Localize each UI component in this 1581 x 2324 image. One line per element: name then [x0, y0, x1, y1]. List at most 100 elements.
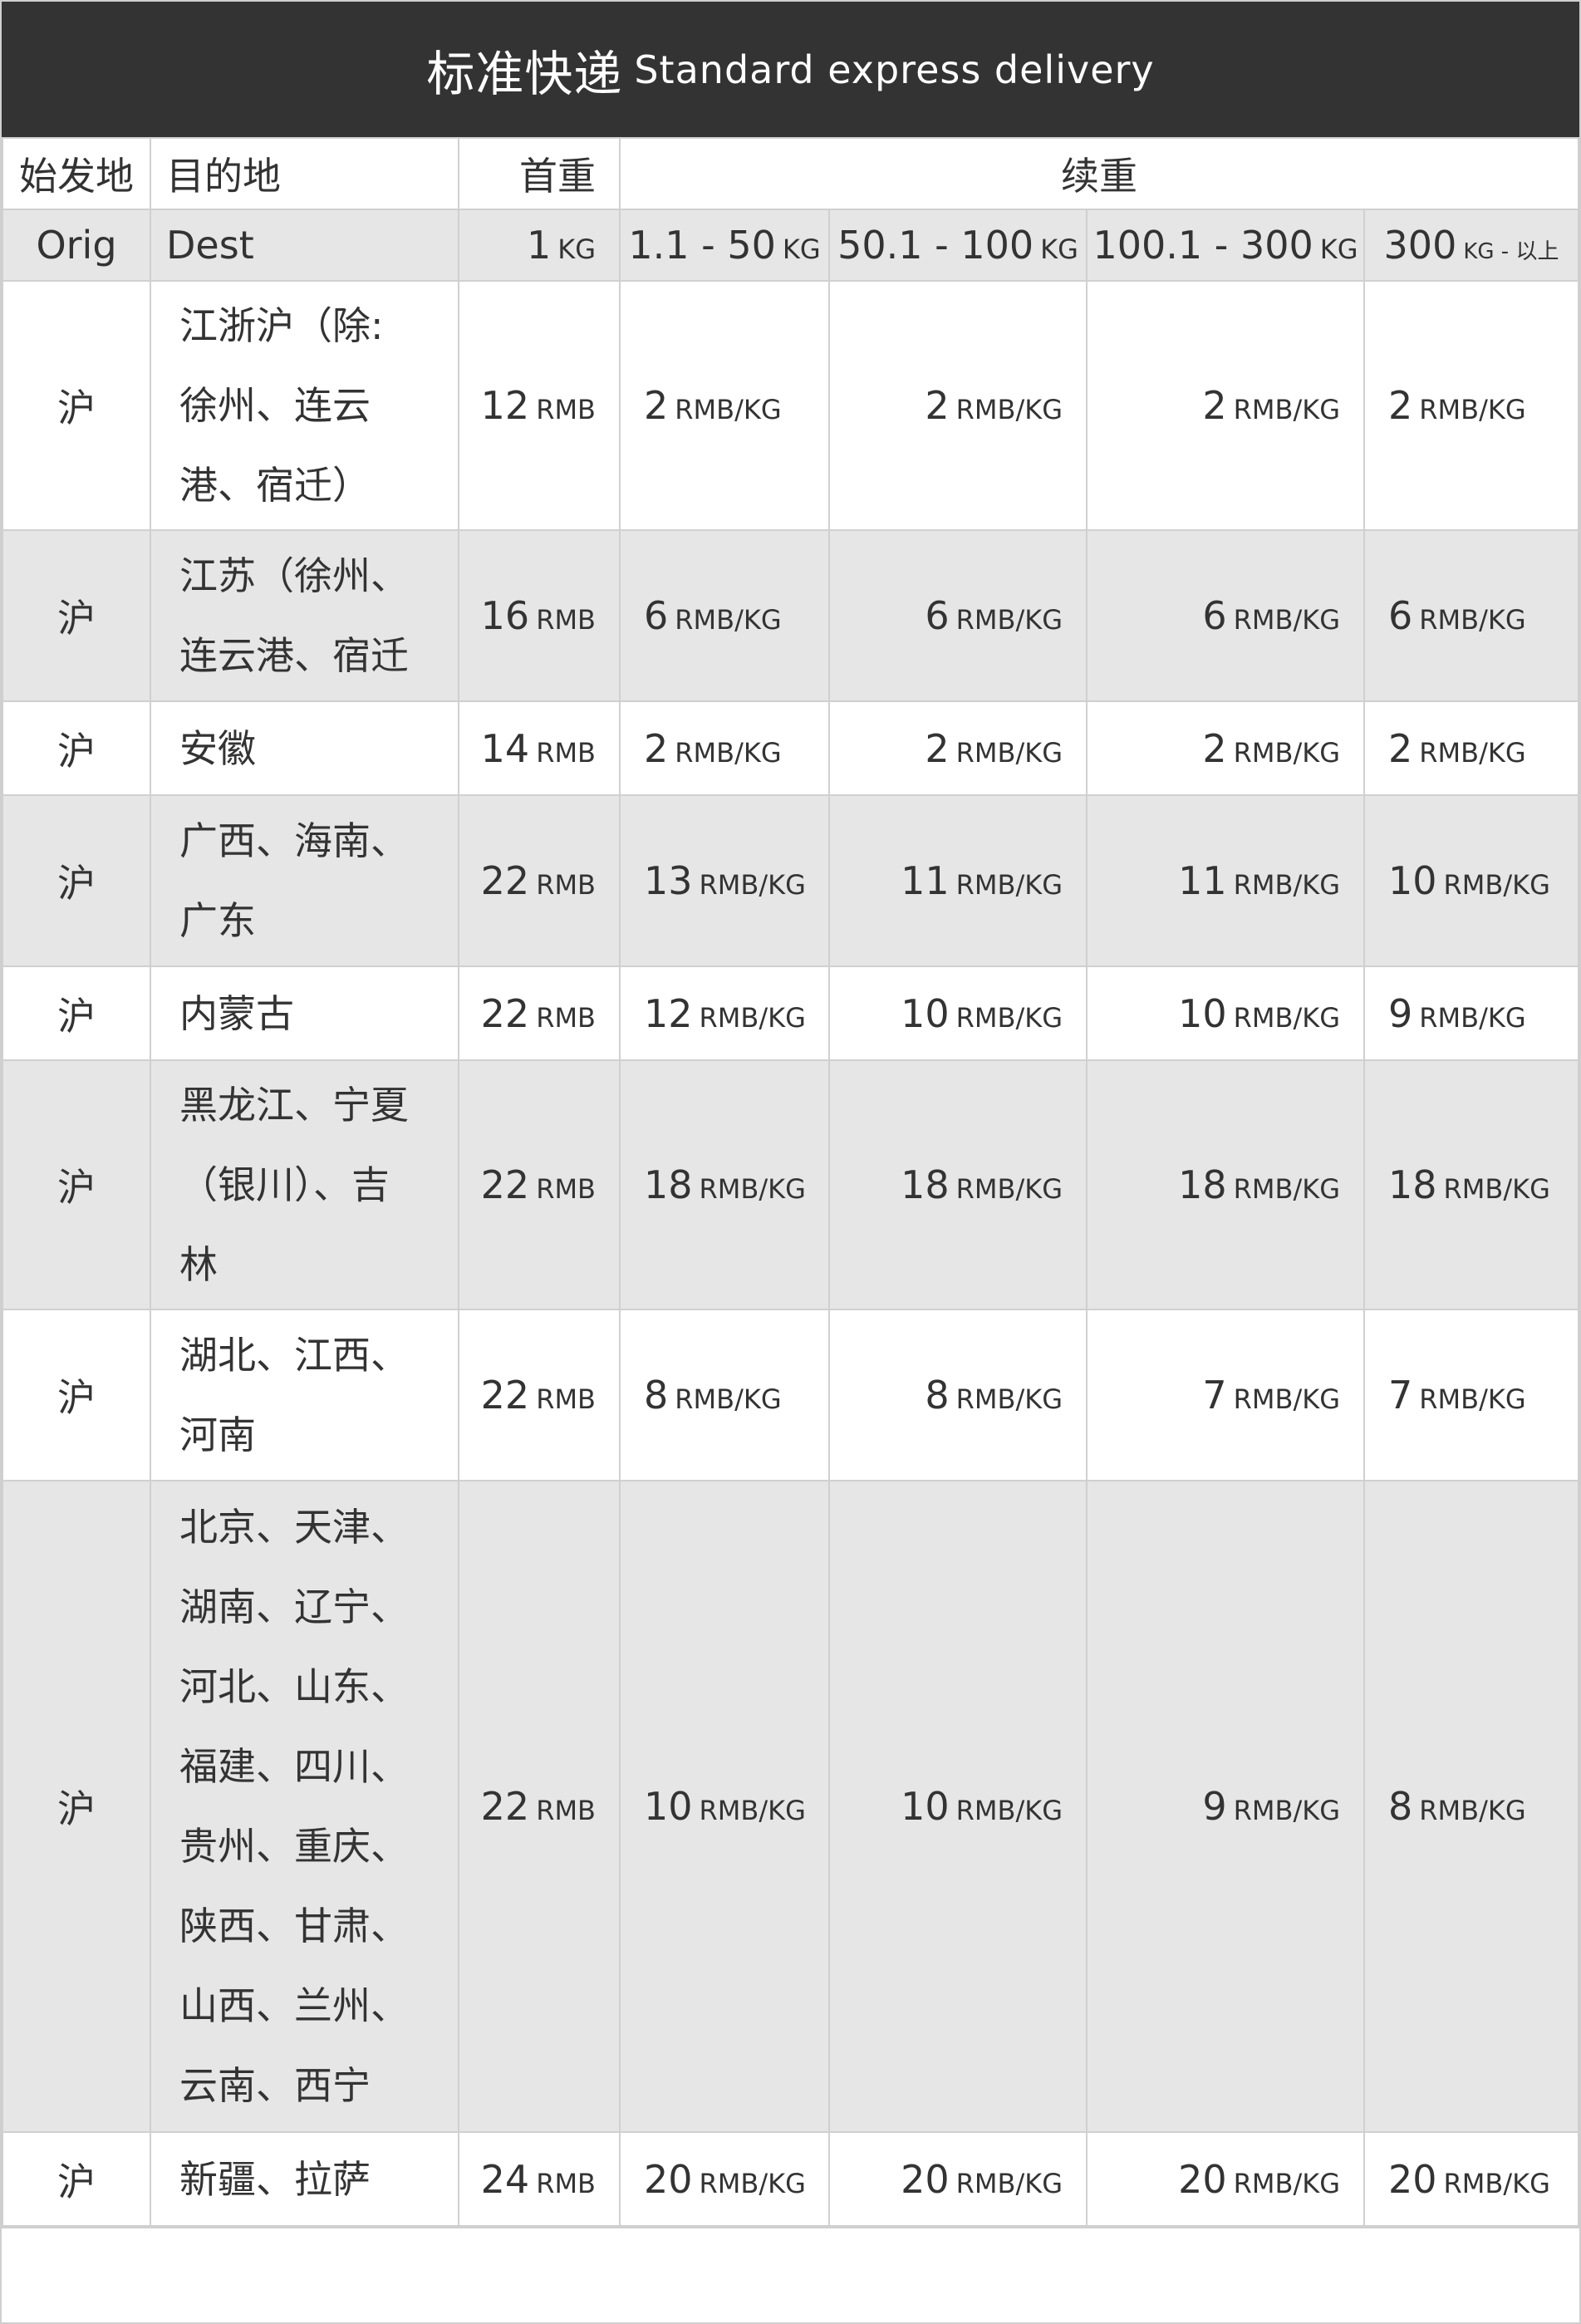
extra-weight-price-cell-w1: 8 RMB/KG [619, 1309, 830, 1481]
extra-weight-price-cell-w4: 7 RMB/KG [1363, 1309, 1579, 1481]
destination-line: 徐州、连云 [179, 383, 371, 428]
header-w4-range: 300 KG - 以上 [1363, 209, 1579, 282]
table-row: 沪北京、天津、 湖南、辽宁、 河北、山东、 福建、四川、 贵州、重庆、 陕西、甘肃、 山西、… [2, 1480, 1579, 2133]
price-value: 18 [901, 1162, 950, 1207]
price-unit: RMB/KG [955, 604, 1063, 636]
header-w3-range: 100.1 - 300 KG [1086, 209, 1365, 282]
price-unit: RMB/KG [955, 394, 1063, 425]
price-value: 2 [644, 725, 669, 771]
extra-weight-price-cell-w2: 2 RMB/KG [828, 700, 1088, 796]
extra-weight-price-cell-w2: 10 RMB/KG [828, 965, 1088, 1061]
extra-weight-price-cell-w2: 8 RMB/KG [828, 1309, 1088, 1481]
extra-weight-price-cell-w3: 2 RMB/KG [1086, 700, 1365, 796]
price-value: 2 [1388, 725, 1413, 771]
header-w2-range: 50.1 - 100 KG [828, 209, 1088, 282]
price-value: 12 [480, 383, 530, 428]
price-unit: RMB/KG [1233, 1001, 1340, 1034]
destination-line: 林 [179, 1242, 218, 1287]
price-unit: RMB/KG [1419, 1383, 1526, 1415]
price-value: 10 [901, 990, 950, 1036]
price-unit: RMB/KG [1233, 1173, 1340, 1205]
destination-line: 港、宿迁） [179, 463, 371, 508]
price-value: 6 [1388, 593, 1413, 638]
table-row: 沪内蒙古 22 RMB 12 RMB/KG 10 RMB/KG 10 RMB/KG 9 RMB/KG [2, 965, 1579, 1061]
origin-cell: 沪 [2, 1059, 151, 1310]
price-unit: RMB/KG [675, 736, 782, 769]
price-value: 24 [480, 2156, 530, 2202]
price-value: 22 [480, 1162, 530, 1207]
origin-cell: 沪 [2, 529, 151, 702]
table-row: 沪江苏（徐州、 连云港、宿迁 16 RMB 6 RMB/KG 6 RMB/KG 6 RMB/KG 6… [2, 529, 1579, 702]
price-value: 20 [644, 2156, 693, 2202]
price-value: 2 [925, 725, 950, 771]
table-row: 沪广西、海南、 广东 22 RMB 13 RMB/KG 11 RMB/KG 11 RMB/KG 10… [2, 794, 1579, 967]
header-w2-num: 50.1 - 100 [837, 223, 1034, 268]
header-w3-unit: KG [1319, 233, 1358, 265]
price-unit: RMB [536, 1173, 596, 1205]
price-unit: RMB/KG [1233, 1795, 1340, 1826]
origin-cell: 沪 [2, 794, 151, 967]
extra-weight-price-cell-w1: 10 RMB/KG [619, 1480, 830, 2133]
first-weight-price-cell: 22 RMB [458, 1309, 621, 1481]
price-unit: RMB/KG [1443, 1173, 1550, 1205]
header-first-num: 1 [526, 223, 552, 268]
destination-cell: 黑龙江、宁夏 （银川）、吉林 [150, 1059, 459, 1310]
price-value: 20 [1178, 2156, 1227, 2202]
extra-weight-price-cell-w2: 18 RMB/KG [828, 1059, 1088, 1310]
price-unit: RMB/KG [675, 604, 782, 636]
price-value: 9 [1388, 990, 1413, 1036]
price-unit: RMB/KG [1233, 2167, 1340, 2199]
price-unit: RMB/KG [699, 869, 806, 901]
header-orig-zh: 始发地 [2, 137, 151, 210]
header-first-unit: KG [557, 233, 596, 265]
destination-cell: 广西、海南、 广东 [150, 794, 459, 967]
price-unit: RMB/KG [1233, 394, 1340, 425]
destination-cell: 江浙沪（除: 徐州、连云 港、宿迁） [150, 280, 459, 531]
price-value: 8 [925, 1373, 950, 1417]
origin-cell: 沪 [2, 2131, 151, 2227]
extra-weight-price-cell-w1: 18 RMB/KG [619, 1059, 830, 1310]
destination-cell: 内蒙古 [150, 965, 459, 1061]
destination-line: 安徽 [179, 725, 256, 771]
extra-weight-price-cell-w1: 20 RMB/KG [619, 2131, 830, 2227]
first-weight-price-cell: 24 RMB [458, 2131, 621, 2227]
header-w1-num: 1.1 - 50 [628, 223, 776, 268]
extra-weight-price-cell-w4: 9 RMB/KG [1363, 965, 1579, 1061]
price-unit: RMB [536, 736, 596, 769]
destination-line: 广西、海南、 [179, 818, 409, 863]
header-w4-unit: KG - 以上 [1463, 239, 1559, 264]
extra-weight-price-cell-w3: 7 RMB/KG [1086, 1309, 1365, 1481]
price-value: 16 [480, 593, 530, 638]
price-unit: RMB/KG [1233, 736, 1340, 769]
price-value: 11 [901, 858, 950, 903]
destination-cell: 湖北、江西、 河南 [150, 1309, 459, 1481]
destination-line: 内蒙古 [179, 990, 294, 1036]
extra-weight-price-cell-w3: 11 RMB/KG [1086, 794, 1365, 967]
price-unit: RMB/KG [675, 1383, 782, 1415]
price-value: 9 [1202, 1784, 1227, 1829]
price-unit: RMB/KG [955, 869, 1063, 901]
destination-cell: 安徽 [150, 700, 459, 796]
header-extra-weight: 续重 [619, 137, 1579, 210]
first-weight-price-cell: 14 RMB [458, 700, 621, 796]
origin-cell: 沪 [2, 965, 151, 1061]
price-unit: RMB/KG [699, 1173, 806, 1205]
extra-weight-price-cell-w1: 12 RMB/KG [619, 965, 830, 1061]
price-unit: RMB/KG [1419, 604, 1526, 636]
price-unit: RMB/KG [1233, 1383, 1340, 1415]
price-value: 20 [1388, 2156, 1437, 2202]
destination-line: 陕西、甘肃、 [179, 1904, 409, 1948]
extra-weight-price-cell-w3: 6 RMB/KG [1086, 529, 1365, 702]
price-value: 7 [1202, 1373, 1227, 1417]
price-unit: RMB/KG [1419, 394, 1526, 425]
price-unit: RMB/KG [699, 1001, 806, 1034]
destination-line: 北京、天津、 [179, 1505, 409, 1550]
price-unit: RMB [536, 394, 596, 425]
price-value: 12 [644, 990, 693, 1036]
destination-line: 福建、四川、 [179, 1744, 409, 1789]
table-row: 沪新疆、拉萨 24 RMB 20 RMB/KG 20 RMB/KG 20 RMB/KG 20 RMB… [2, 2131, 1579, 2227]
price-value: 7 [1388, 1373, 1413, 1417]
header-row-en: Orig Dest 1 KG 1.1 - 50 KG 50.1 - 100 KG 10… [2, 209, 1579, 282]
destination-line: 河南 [179, 1413, 256, 1457]
price-unit: RMB/KG [1443, 2167, 1550, 2199]
